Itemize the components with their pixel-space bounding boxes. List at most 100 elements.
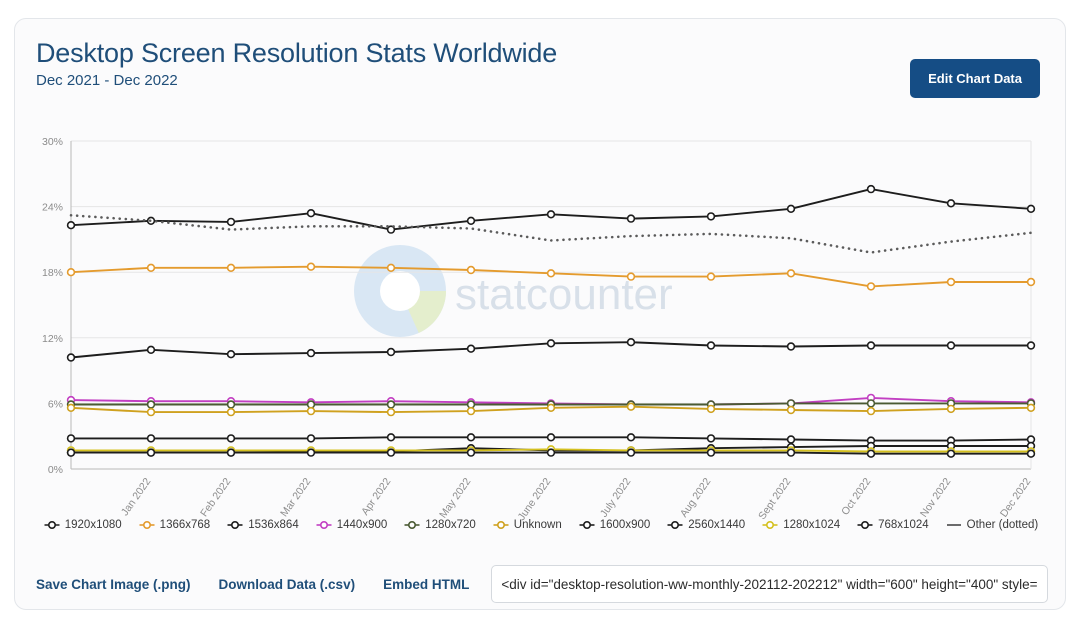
data-point[interactable] — [706, 341, 716, 350]
legend-item-1536x864[interactable]: 1536x864 — [227, 519, 299, 531]
legend-item-other-dotted-[interactable]: Other (dotted) — [946, 519, 1038, 531]
data-point[interactable] — [1026, 204, 1036, 214]
data-point[interactable] — [226, 263, 236, 273]
data-point[interactable] — [706, 448, 716, 457]
data-point[interactable] — [386, 400, 396, 409]
data-point[interactable] — [786, 405, 796, 415]
edit-chart-data-button[interactable]: Edit Chart Data — [910, 59, 1040, 98]
data-point[interactable] — [66, 403, 76, 412]
chart-plot-area: statcounter 0% 6% 12% 18% 24% 30% Jan 2022 Feb 2… — [15, 119, 1065, 539]
data-point[interactable] — [146, 448, 156, 457]
data-point[interactable] — [226, 448, 236, 457]
embed-html-link[interactable]: Embed HTML — [383, 577, 469, 592]
data-point[interactable] — [706, 212, 716, 221]
data-point[interactable] — [866, 399, 876, 408]
data-point[interactable] — [946, 404, 956, 414]
data-point[interactable] — [546, 210, 556, 219]
svg-text:18%: 18% — [42, 267, 63, 279]
data-point[interactable] — [226, 350, 236, 359]
data-point[interactable] — [146, 345, 156, 355]
data-point[interactable] — [706, 434, 716, 443]
data-point[interactable] — [466, 433, 476, 442]
data-point[interactable] — [546, 403, 556, 412]
legend-item-2560x1440[interactable]: 2560x1440 — [667, 519, 745, 531]
data-point[interactable] — [66, 268, 76, 277]
data-point[interactable] — [626, 448, 636, 457]
data-point[interactable] — [786, 448, 796, 457]
legend-item-1280x720[interactable]: 1280x720 — [404, 519, 476, 531]
data-point[interactable] — [306, 262, 316, 271]
data-point[interactable] — [626, 272, 636, 281]
data-point[interactable] — [946, 449, 956, 458]
data-point[interactable] — [946, 341, 956, 350]
save-chart-image-link[interactable]: Save Chart Image (.png) — [36, 577, 191, 592]
data-point[interactable] — [386, 263, 396, 273]
data-point[interactable] — [466, 216, 476, 226]
data-point[interactable] — [866, 341, 876, 350]
data-point[interactable] — [786, 435, 796, 444]
data-point[interactable] — [546, 339, 556, 348]
data-point[interactable] — [66, 434, 76, 443]
data-point[interactable] — [386, 448, 396, 457]
data-point[interactable] — [466, 448, 476, 457]
legend-item-unknown[interactable]: Unknown — [493, 519, 562, 531]
data-point[interactable] — [626, 402, 636, 411]
data-point[interactable] — [66, 353, 76, 362]
data-point[interactable] — [626, 214, 636, 223]
data-point[interactable] — [1026, 341, 1036, 350]
data-point[interactable] — [466, 344, 476, 353]
data-point[interactable] — [706, 272, 716, 281]
data-point[interactable] — [226, 217, 236, 227]
data-point[interactable] — [306, 400, 316, 409]
legend-item-1366x768[interactable]: 1366x768 — [139, 519, 210, 531]
data-point[interactable] — [386, 407, 396, 417]
data-point[interactable] — [786, 399, 796, 408]
legend-marker-icon — [579, 520, 595, 530]
data-point[interactable] — [386, 433, 396, 442]
legend-item-1280x1024[interactable]: 1280x1024 — [762, 519, 840, 531]
data-point[interactable] — [306, 406, 316, 416]
legend-item-1440x900[interactable]: 1440x900 — [316, 519, 387, 531]
data-point[interactable] — [946, 277, 956, 287]
data-point[interactable] — [466, 265, 476, 275]
data-point[interactable] — [706, 404, 716, 414]
data-point[interactable] — [466, 406, 476, 416]
data-point[interactable] — [306, 208, 316, 218]
data-point[interactable] — [466, 400, 476, 409]
data-point[interactable] — [546, 448, 556, 457]
svg-text:24%: 24% — [42, 202, 63, 214]
data-point[interactable] — [146, 400, 156, 409]
data-point[interactable] — [546, 269, 556, 278]
data-point[interactable] — [146, 434, 156, 443]
data-point[interactable] — [866, 282, 876, 291]
data-point[interactable] — [626, 433, 636, 442]
legend-item-1600x900[interactable]: 1600x900 — [579, 519, 650, 531]
data-point[interactable] — [226, 400, 236, 409]
data-point[interactable] — [306, 448, 316, 457]
data-point[interactable] — [1026, 403, 1036, 412]
data-point[interactable] — [306, 348, 316, 358]
data-point[interactable] — [1026, 277, 1036, 287]
data-point[interactable] — [306, 434, 316, 443]
data-point[interactable] — [546, 433, 556, 442]
data-point[interactable] — [66, 220, 76, 230]
data-point[interactable] — [146, 407, 156, 417]
data-point[interactable] — [386, 347, 396, 357]
data-point[interactable] — [1026, 449, 1036, 458]
embed-code-input[interactable] — [491, 565, 1048, 603]
legend-item-768x1024[interactable]: 768x1024 — [857, 519, 929, 531]
data-point[interactable] — [66, 448, 76, 457]
data-point[interactable] — [786, 204, 796, 214]
data-point[interactable] — [866, 184, 876, 194]
download-data-link[interactable]: Download Data (.csv) — [219, 577, 356, 592]
data-point[interactable] — [226, 434, 236, 443]
data-point[interactable] — [226, 407, 236, 417]
data-point[interactable] — [626, 338, 636, 347]
data-point[interactable] — [866, 449, 876, 458]
data-point[interactable] — [946, 199, 956, 208]
data-point[interactable] — [786, 342, 796, 351]
data-point[interactable] — [786, 269, 796, 278]
legend-item-1920x1080[interactable]: 1920x1080 — [44, 519, 122, 531]
data-point[interactable] — [866, 406, 876, 416]
data-point[interactable] — [146, 263, 156, 273]
